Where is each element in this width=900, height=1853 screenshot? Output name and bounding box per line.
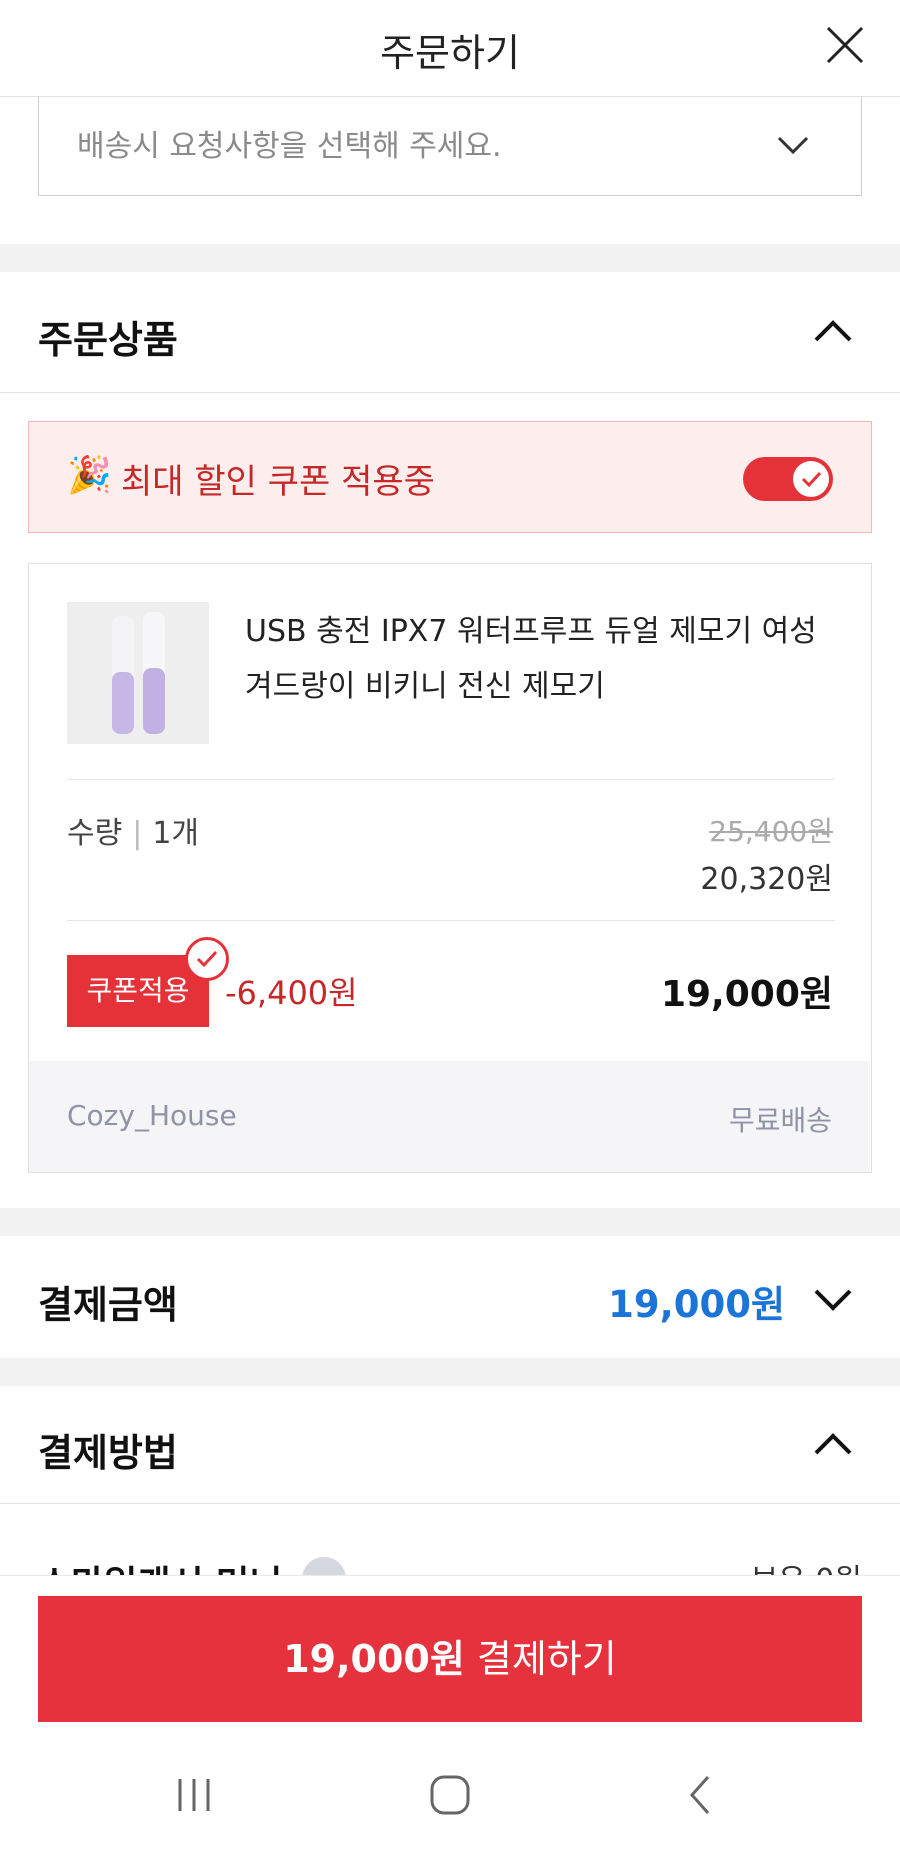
payment-method-title: 결제방법 bbox=[38, 1431, 178, 1475]
coupon-banner-text: 최대 할인 쿠폰 적용중 bbox=[121, 462, 435, 502]
payment-amount-title: 결제금액 bbox=[38, 1283, 178, 1327]
payment-amount-header[interactable]: 결제금액 19,000원 bbox=[0, 1236, 900, 1358]
coupon-toggle[interactable] bbox=[743, 457, 833, 501]
quantity: 수량 | 1개 bbox=[67, 808, 199, 852]
info-icon[interactable] bbox=[302, 1557, 346, 1575]
original-price: 25,400원 bbox=[709, 815, 833, 848]
delivery-request-placeholder: 배송시 요청사항을 선택해 주세요. bbox=[77, 129, 502, 164]
pay-button-amount: 19,000원 bbox=[283, 1637, 465, 1681]
separator: | bbox=[132, 816, 143, 851]
smile-cash-balance: 보유 0원 bbox=[751, 1555, 862, 1575]
final-price: 19,000원 bbox=[660, 974, 833, 1015]
divider bbox=[67, 920, 835, 921]
back-icon[interactable] bbox=[670, 1765, 730, 1825]
shipping-info: 무료배송 bbox=[728, 1104, 832, 1137]
page-title: 주문하기 bbox=[380, 31, 520, 75]
bottom-action-bar: 19,000원 결제하기 bbox=[0, 1575, 900, 1743]
section-gap bbox=[0, 1208, 900, 1236]
divider bbox=[67, 779, 835, 780]
coupon-check-icon bbox=[185, 937, 229, 981]
chevron-up-icon bbox=[814, 320, 852, 342]
chevron-down-icon bbox=[814, 1289, 852, 1311]
order-items-title: 주문상품 bbox=[38, 318, 178, 362]
pay-button[interactable]: 19,000원 결제하기 bbox=[38, 1596, 862, 1722]
delivery-request-select[interactable]: 배송시 요청사항을 선택해 주세요. bbox=[38, 97, 862, 196]
product-name[interactable]: USB 충전 IPX7 워터프루프 듀얼 제모기 여성 겨드랑이 비키니 전신 … bbox=[245, 604, 845, 714]
chevron-up-icon bbox=[814, 1433, 852, 1455]
sale-price: 20,320원 bbox=[700, 862, 833, 897]
seller-name[interactable]: Cozy_House bbox=[67, 1099, 237, 1132]
section-gap bbox=[0, 1358, 900, 1386]
product-thumbnail[interactable] bbox=[67, 602, 209, 744]
section-gap bbox=[0, 244, 900, 272]
system-nav-bar bbox=[0, 1743, 900, 1853]
party-popper-icon: 🎉 bbox=[67, 455, 112, 496]
coupon-discount: -6,400원 bbox=[225, 974, 358, 1012]
quantity-value: 1개 bbox=[152, 816, 199, 851]
payment-method-header[interactable]: 결제방법 bbox=[0, 1386, 900, 1504]
seller-row: Cozy_House 무료배송 bbox=[29, 1061, 870, 1172]
check-icon bbox=[801, 471, 822, 488]
pay-button-label: 결제하기 bbox=[464, 1637, 617, 1681]
smile-cash-row[interactable]: 스마일캐시 머니 보유 0원 bbox=[0, 1505, 900, 1575]
quantity-label: 수량 bbox=[67, 816, 123, 851]
recent-apps-icon[interactable] bbox=[164, 1765, 224, 1825]
product-image bbox=[67, 602, 209, 744]
toggle-knob bbox=[793, 461, 829, 497]
home-icon[interactable] bbox=[420, 1765, 480, 1825]
order-items-header[interactable]: 주문상품 bbox=[0, 272, 900, 393]
smile-cash-label: 스마일캐시 머니 bbox=[38, 1555, 282, 1575]
close-icon[interactable] bbox=[820, 20, 870, 70]
max-coupon-banner: 🎉 최대 할인 쿠폰 적용중 bbox=[28, 421, 872, 533]
chevron-down-icon bbox=[777, 136, 809, 155]
payment-amount-value: 19,000원 bbox=[608, 1283, 785, 1326]
product-card: USB 충전 IPX7 워터프루프 듀얼 제모기 여성 겨드랑이 비키니 전신 … bbox=[28, 563, 872, 1173]
header: 주문하기 bbox=[0, 0, 900, 97]
